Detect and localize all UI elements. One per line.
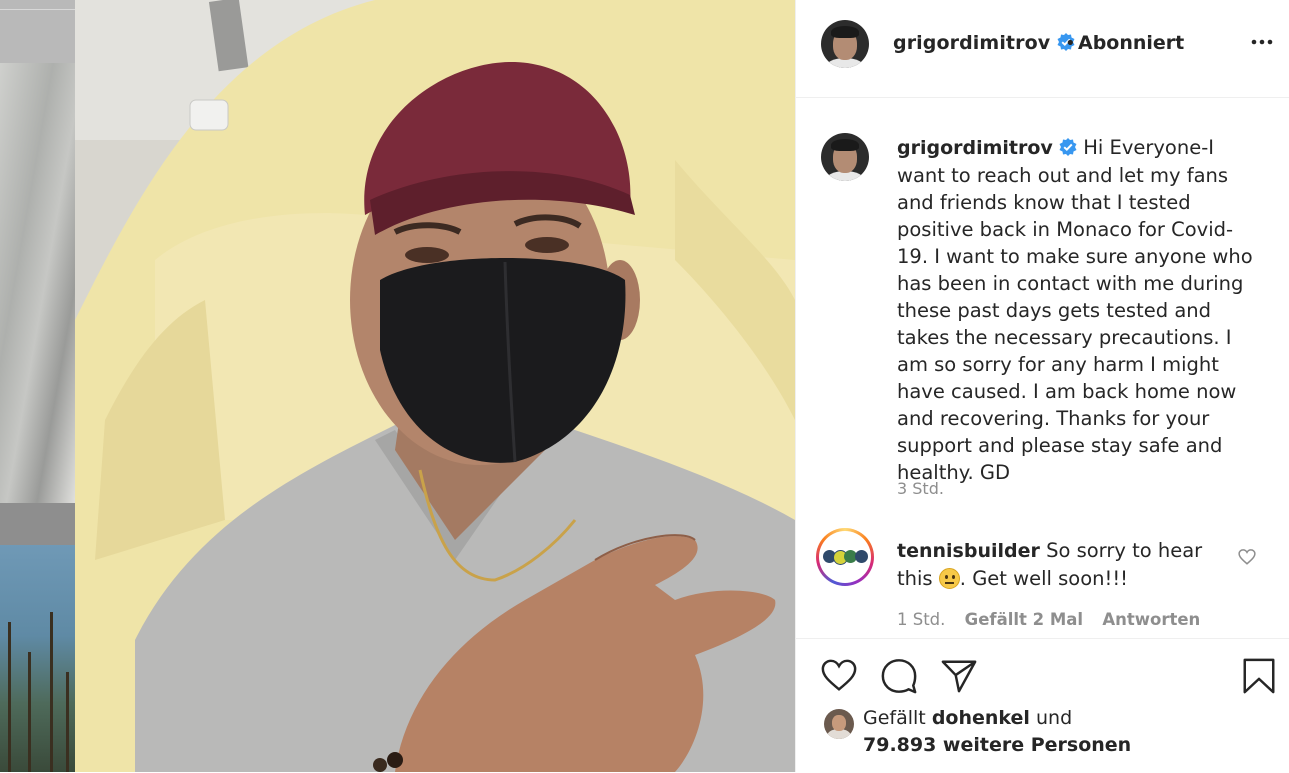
comment-likes-count[interactable]: Gefällt 2 Mal — [965, 610, 1083, 629]
caption-author-username[interactable]: grigordimitrov — [897, 137, 1053, 159]
comment-bubble-icon[interactable] — [880, 657, 918, 695]
post-timestamp[interactable]: 3 Std. — [897, 479, 944, 498]
liker-username[interactable]: dohenkel — [932, 707, 1030, 729]
comment-like-heart-icon[interactable] — [1238, 548, 1256, 566]
bookmark-icon[interactable] — [1240, 657, 1278, 695]
likes-conjunction: und — [1035, 707, 1073, 729]
selfie-illustration — [75, 0, 795, 772]
author-username-text[interactable]: grigordimitrov — [893, 32, 1050, 54]
post-header: grigordimitrov • Abonniert — [796, 0, 1289, 98]
verified-badge-icon — [1059, 138, 1077, 156]
background-previous-post — [0, 0, 75, 772]
comment-meta: 1 Std. Gefällt 2 Mal Antworten — [897, 610, 1214, 629]
heart-icon[interactable] — [820, 657, 858, 695]
post-photo[interactable] — [75, 0, 795, 772]
caption-text: Hi Everyone-I want to reach out and let … — [897, 136, 1253, 484]
caption-author-avatar[interactable] — [821, 133, 869, 181]
liker-avatar[interactable] — [824, 709, 854, 739]
likes-others-link[interactable]: 79.893 weitere Personen — [863, 734, 1131, 756]
comment: tennisbuilder So sorry to hear this . Ge… — [897, 537, 1227, 592]
commenter-username[interactable]: tennisbuilder — [897, 540, 1040, 562]
neutral-face-emoji-icon — [938, 568, 960, 589]
likes-prefix: Gefällt — [863, 707, 926, 729]
paper-plane-icon[interactable] — [940, 657, 978, 695]
comment-reply-button[interactable]: Antworten — [1102, 610, 1200, 629]
more-options-icon[interactable] — [1250, 30, 1274, 54]
comment-timestamp[interactable]: 1 Std. — [897, 610, 945, 629]
post-caption: grigordimitrov Hi Everyone-I want to rea… — [897, 134, 1257, 486]
post-actions: Gefällt dohenkel und 79.893 weitere Pers… — [796, 638, 1289, 773]
follow-status-button[interactable]: Abonniert — [1078, 32, 1184, 54]
header-separator: • — [1065, 33, 1076, 54]
likes-summary: Gefällt dohenkel und — [863, 707, 1072, 729]
author-username[interactable]: grigordimitrov — [893, 32, 1075, 54]
post-sidebar: grigordimitrov • Abonniert grigordimitro… — [795, 0, 1289, 772]
commenter-avatar[interactable] — [819, 531, 871, 583]
author-avatar[interactable] — [821, 20, 869, 68]
comment-text-end: . Get well soon!!! — [959, 567, 1128, 590]
